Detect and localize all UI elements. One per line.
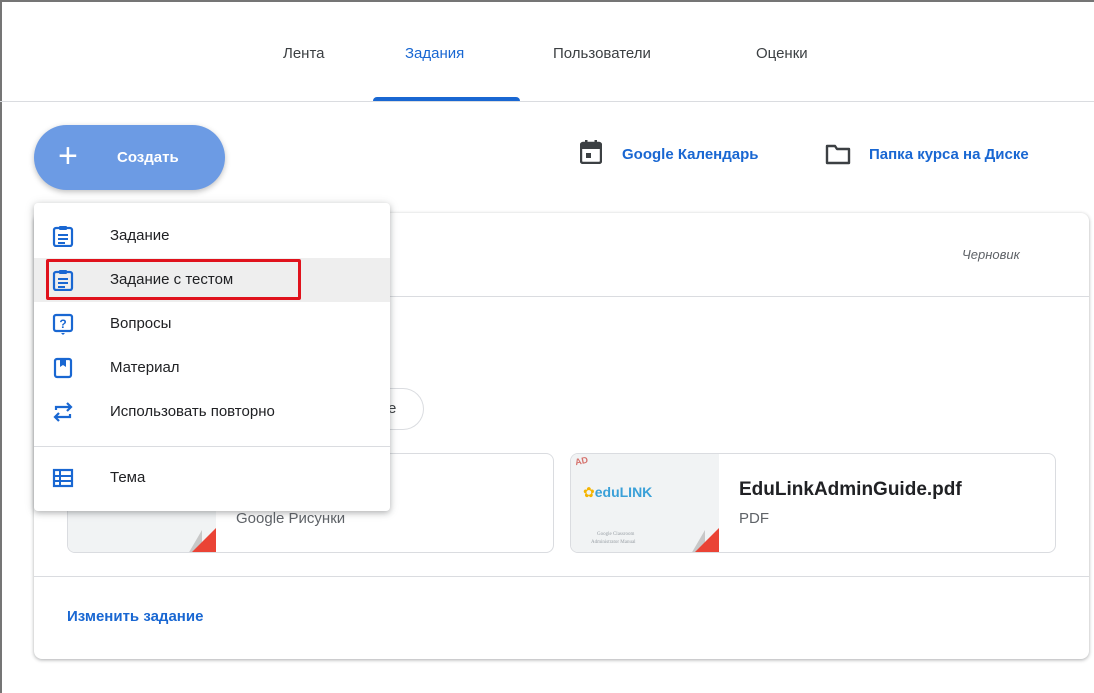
thumbnail-caption-2: Administrator Manual (591, 540, 636, 545)
menu-item-assignment[interactable]: Задание (34, 214, 390, 258)
create-button-label: Создать (117, 149, 179, 166)
menu-item-label: Использовать повторно (110, 403, 275, 420)
attachment-pdf[interactable]: AD ✿eduLINK Google Classroom Administrat… (570, 453, 1056, 553)
edulink-logo: ✿eduLINK (583, 484, 653, 500)
thumbnail-corner (190, 528, 216, 552)
thumbnail-corner (693, 528, 719, 552)
assignment-icon (52, 226, 74, 247)
highlight-box (46, 259, 301, 300)
attachment-thumbnail: AD ✿eduLINK Google Classroom Administrat… (571, 454, 719, 552)
menu-item-label: Вопросы (110, 315, 172, 332)
material-icon (53, 357, 73, 379)
attachment-type: PDF (739, 510, 769, 527)
drive-folder-link[interactable]: Папка курса на Диске (869, 146, 1029, 163)
attachment-title: EduLinkAdminGuide.pdf (739, 479, 962, 500)
tab-assignments[interactable]: Задания (405, 45, 464, 62)
tab-feed[interactable]: Лента (283, 45, 325, 62)
attachment-type: Google Рисунки (236, 510, 346, 527)
menu-item-question[interactable]: ? Вопросы (34, 302, 390, 346)
tab-users[interactable]: Пользователи (553, 45, 651, 62)
tab-grades[interactable]: Оценки (756, 45, 808, 62)
topic-icon (52, 468, 74, 488)
create-menu: Задание Задание с тестом ? Вопросы Матер… (34, 203, 390, 511)
menu-divider (34, 446, 390, 447)
menu-item-label: Материал (110, 359, 180, 376)
tab-bar: Лента Задания Пользователи Оценки (0, 0, 1094, 102)
thumbnail-stamp: AD (574, 454, 589, 468)
menu-item-label: Тема (110, 469, 146, 486)
edit-assignment-link[interactable]: Изменить задание (67, 608, 203, 625)
menu-item-topic[interactable]: Тема (34, 456, 390, 500)
active-tab-indicator (373, 97, 520, 101)
reuse-icon (53, 402, 73, 422)
create-button[interactable]: + Создать (34, 125, 225, 190)
plus-icon: + (58, 137, 78, 175)
draft-status: Черновик (962, 247, 1020, 262)
calendar-icon (580, 140, 602, 164)
divider (34, 576, 1089, 577)
thumbnail-caption: Google Classroom (597, 532, 635, 537)
menu-item-material[interactable]: Материал (34, 346, 390, 390)
question-icon: ? (52, 313, 74, 335)
menu-item-reuse[interactable]: Использовать повторно (34, 390, 390, 434)
menu-item-label: Задание (110, 227, 170, 244)
folder-icon (825, 144, 851, 165)
svg-text:?: ? (59, 317, 66, 331)
google-calendar-link[interactable]: Google Календарь (622, 146, 759, 163)
